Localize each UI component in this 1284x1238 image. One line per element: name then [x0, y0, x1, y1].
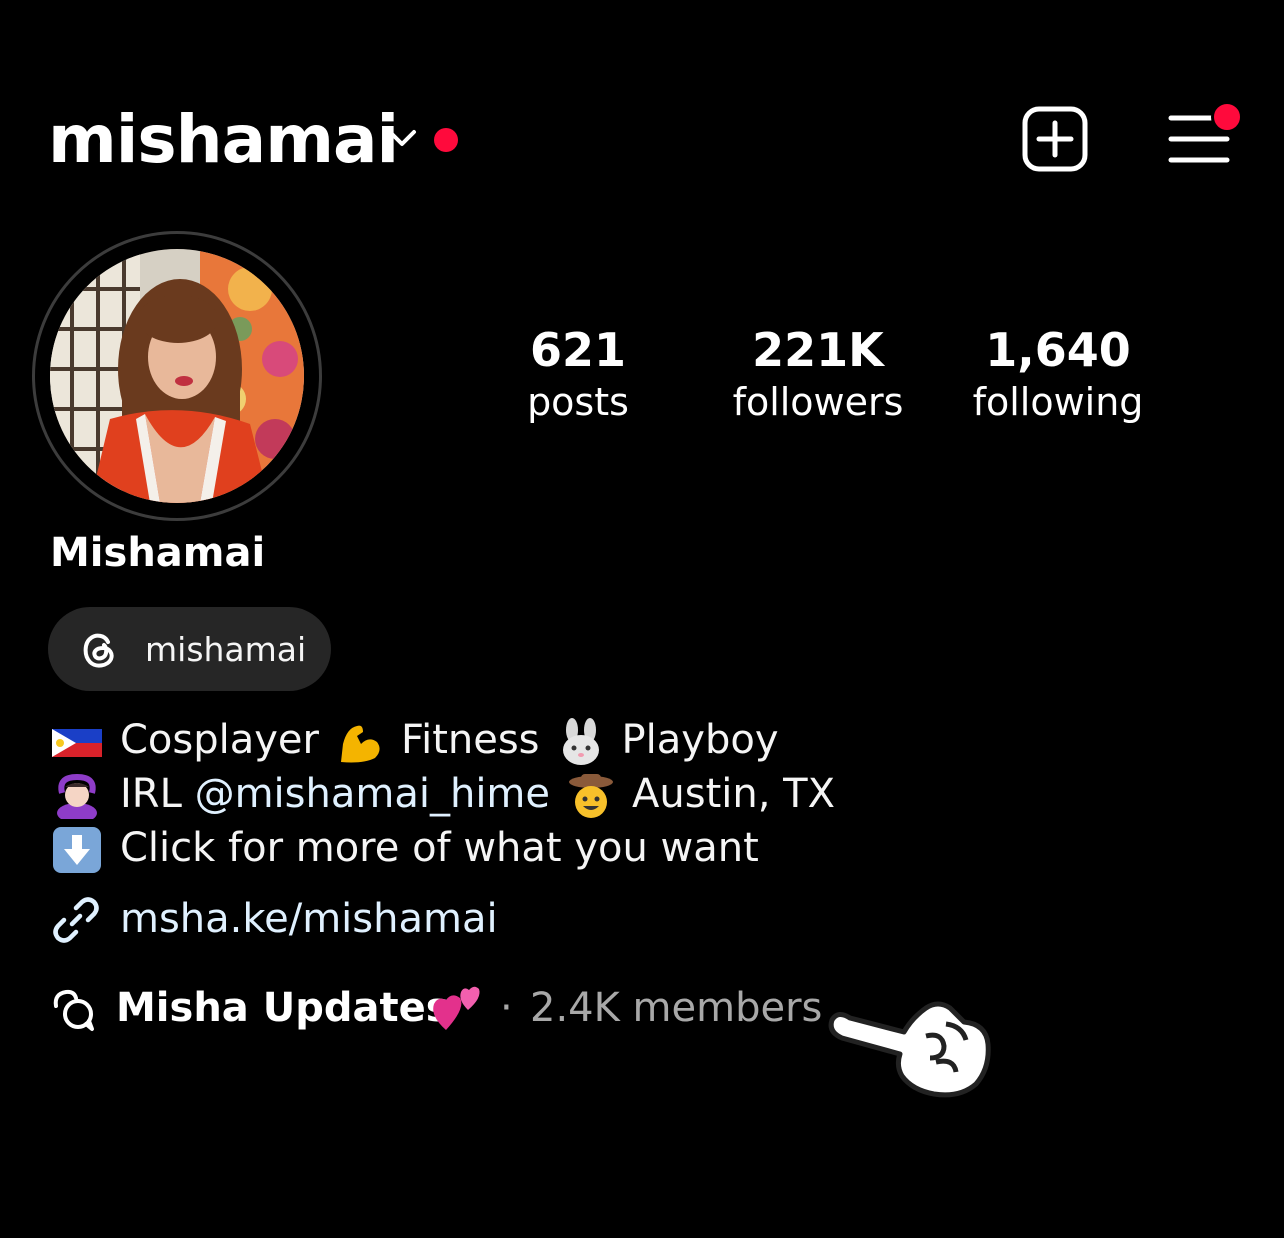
chevron-down-icon[interactable] — [386, 126, 418, 150]
threads-icon — [83, 633, 114, 668]
bio-line-2: IRL @mishamai_hime Austin, TX — [50, 769, 835, 820]
cowboy-face-icon — [569, 774, 614, 818]
followers-count: 221K — [752, 323, 884, 377]
bio-fitness: Fitness — [400, 717, 540, 763]
following-label: following — [972, 380, 1144, 424]
bio-line-3: Click for more of what you want — [50, 823, 759, 873]
avatar[interactable] — [50, 249, 304, 503]
channel-separator: · — [500, 985, 513, 1031]
bio-playboy: Playboy — [621, 717, 779, 763]
pointing-hand-icon — [828, 1001, 991, 1098]
profile-username[interactable]: mishamai — [48, 100, 399, 180]
bio-link[interactable]: msha.ke/mishamai — [120, 893, 498, 945]
stat-following[interactable]: 1,640 following — [948, 322, 1168, 426]
stat-posts[interactable]: 621 posts — [468, 322, 688, 426]
posts-count: 621 — [529, 323, 627, 377]
bio-cta: Click for more of what you want — [120, 825, 759, 871]
channel-members-count: 2.4K members — [530, 985, 823, 1031]
following-count: 1,640 — [985, 323, 1131, 377]
account-notification-dot — [434, 128, 458, 152]
person-gesturing-ok-icon — [57, 773, 97, 819]
bio-location: Austin, TX — [632, 771, 835, 817]
down-arrow-icon — [53, 827, 101, 873]
broadcast-channel-icon — [53, 989, 94, 1031]
bio-cosplayer: Cosplayer — [120, 717, 319, 763]
philippines-flag-icon — [52, 729, 102, 757]
stat-followers[interactable]: 221K followers — [708, 322, 928, 426]
bio-irl-prefix: IRL — [120, 771, 195, 817]
flexed-biceps-icon — [340, 725, 380, 763]
link-icon — [53, 897, 99, 943]
menu-notification-dot — [1211, 101, 1243, 133]
followers-label: followers — [732, 380, 904, 424]
two-hearts-icon — [433, 986, 480, 1030]
bio-line-1: Cosplayer Fitness Playboy — [50, 715, 778, 766]
channel-name[interactable]: Misha Updates — [116, 982, 450, 1034]
rabbit-face-icon — [562, 718, 599, 765]
new-post-icon[interactable] — [1022, 106, 1088, 172]
display-name: Mishamai — [50, 530, 266, 576]
posts-label: posts — [527, 380, 629, 424]
threads-handle[interactable]: mishamai — [145, 628, 306, 672]
bio-mention-link[interactable]: @mishamai_hime — [195, 771, 550, 817]
